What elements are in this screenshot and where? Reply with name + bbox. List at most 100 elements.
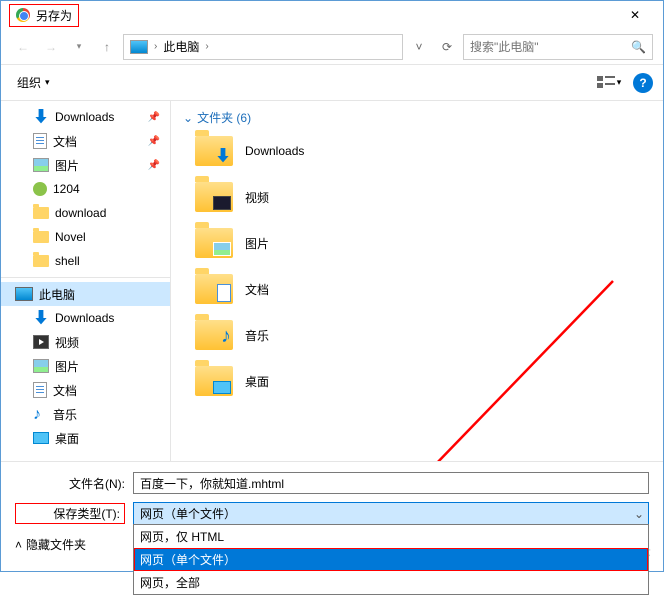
pin-icon: 📌 [148,136,160,147]
sidebar-item-label: download [55,206,106,220]
sidebar-item-label: shell [55,254,80,268]
monitor-icon [15,287,33,301]
sidebar-item[interactable]: 1204 [1,177,170,201]
sidebar-item[interactable]: 视频 [1,330,170,354]
search-box[interactable]: 🔍 [463,34,653,60]
folder-icon [33,231,49,243]
filename-input[interactable] [133,472,649,494]
chevron-up-icon: ˄ [15,538,22,552]
folder-label: Downloads [245,144,304,158]
search-input[interactable] [470,40,631,54]
sidebar-item[interactable]: 文档 📌 [1,129,170,153]
title-bar: 另存为 ✕ [1,1,663,29]
doc-icon [33,382,47,398]
back-button[interactable]: ← [11,35,35,59]
sidebar-item[interactable]: Novel [1,225,170,249]
pin-icon: 📌 [148,112,160,123]
dropdown-option[interactable]: 网页，仅 HTML [134,525,648,548]
sidebar-item-label: 1204 [53,182,80,196]
dropdown-option[interactable]: 网页，全部 [134,571,648,594]
sidebar-this-pc[interactable]: 此电脑 [1,282,170,306]
recent-dropdown[interactable]: ▾ [67,35,91,59]
help-button[interactable]: ? [633,73,653,93]
content-area: Downloads 📌 文档 📌 图片📌 1204 download Novel shell 此… [1,101,663,461]
sidebar-item[interactable]: shell [1,249,170,273]
download-icon [33,310,49,326]
sidebar-item-label: 文档 [53,382,77,399]
sidebar-item-label: 桌面 [55,430,79,447]
folder-icon [195,366,233,396]
save-form: 文件名(N): 保存类型(T): 网页（单个文件） ⌄ 网页，仅 HTML网页（… [1,461,663,561]
video-icon [33,335,49,349]
chevron-down-icon: ▾ [45,77,50,88]
sidebar-item-label: 文档 [53,133,77,150]
view-options-button[interactable]: ▾ [593,72,625,94]
folder-type-icon [213,196,231,210]
doc-icon [33,133,47,149]
folder-icon: ♪ [195,320,233,350]
address-bar[interactable]: › 此电脑 › [123,34,403,60]
download-icon [33,109,49,125]
sidebar-item-label: 此电脑 [39,286,75,303]
folder-item[interactable]: 视频 [195,182,651,212]
sidebar-item[interactable]: 图片 [1,354,170,378]
sidebar-item-label: Downloads [55,110,114,124]
help-icon: ? [639,76,646,90]
sidebar-item[interactable]: 音乐 [1,402,170,426]
folder-type-icon [213,242,231,256]
dropdown-option[interactable]: 网页（单个文件） [134,548,648,571]
monitor-icon [130,40,148,54]
savetype-dropdown: 网页，仅 HTML网页（单个文件）网页，全部 [133,524,649,595]
chrome-icon [16,8,30,22]
sidebar-item[interactable]: download [1,201,170,225]
folder-item[interactable]: 桌面 [195,366,651,396]
path-history-dropdown[interactable]: ˅ [407,34,431,60]
savetype-label: 保存类型(T): [15,503,125,524]
sidebar-item-label: 图片 [55,157,79,174]
folder-type-icon: ♪ [221,325,231,348]
sidebar-item[interactable]: 桌面 [1,426,170,450]
sidebar-item-label: Novel [55,230,86,244]
folder-icon [195,274,233,304]
folder-group-header[interactable]: ⌄ 文件夹 (6) [183,109,651,126]
folder-item[interactable]: ♪ 音乐 [195,320,651,350]
folder-icon [33,255,49,267]
refresh-button[interactable]: ⟳ [435,34,459,60]
chevron-down-icon: ⌄ [634,507,644,521]
folder-label: 文档 [245,281,269,298]
up-button[interactable]: ↑ [95,35,119,59]
folder-icon [195,136,233,166]
sidebar-item-label: Downloads [55,311,114,325]
sidebar-item-label: 图片 [55,358,79,375]
organize-button[interactable]: 组织 ▾ [11,72,56,93]
folder-item[interactable]: Downloads [195,136,651,166]
sidebar-item[interactable]: Downloads 📌 [1,105,170,129]
chevron-right-icon: › [154,41,157,52]
folder-label: 音乐 [245,327,269,344]
close-icon: ✕ [630,8,640,22]
desktop-icon [33,432,49,444]
folder-item[interactable]: 图片 [195,228,651,258]
sidebar: Downloads 📌 文档 📌 图片📌 1204 download Novel shell 此… [1,101,171,461]
savetype-select[interactable]: 网页（单个文件） ⌄ 网页，仅 HTML网页（单个文件）网页，全部 [133,502,649,524]
close-button[interactable]: ✕ [615,1,655,29]
folder-type-icon [217,284,231,302]
green-icon [33,182,47,196]
view-icon [597,76,615,90]
sidebar-item[interactable]: 图片📌 [1,153,170,177]
sidebar-item-label: 音乐 [53,406,77,423]
folder-item[interactable]: 文档 [195,274,651,304]
main-panel: ⌄ 文件夹 (6) Downloads 视频图片文档 ♪ 音乐桌面 [171,101,663,461]
folder-icon [33,207,49,219]
sidebar-item-label: 视频 [55,334,79,351]
forward-button[interactable]: → [39,35,63,59]
folder-icon [195,182,233,212]
folder-label: 图片 [245,235,269,252]
folder-type-icon [213,381,231,394]
search-icon: 🔍 [631,40,646,54]
sidebar-item[interactable]: Downloads [1,306,170,330]
hide-folders-label: 隐藏文件夹 [26,536,86,553]
sidebar-item[interactable]: 文档 [1,378,170,402]
path-segment[interactable]: 此电脑 [163,38,199,55]
pic-icon [33,158,49,172]
